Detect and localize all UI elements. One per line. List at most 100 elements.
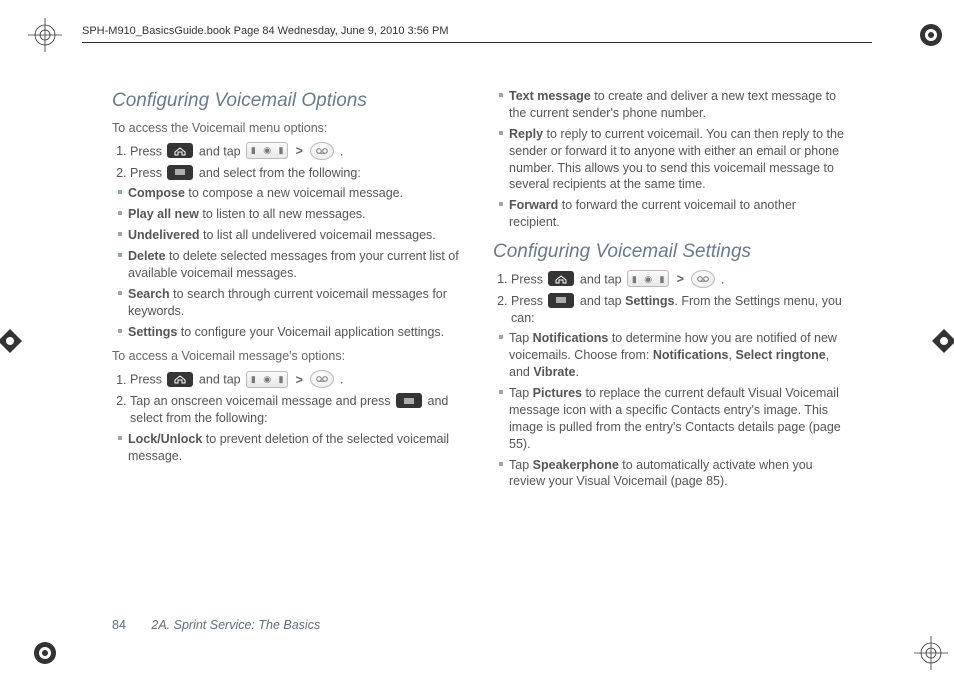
option-term: Search xyxy=(128,287,170,301)
options-list: Lock/Unlock to prevent deletion of the s… xyxy=(112,431,467,465)
option-term: Reply xyxy=(509,127,543,141)
steps-list: Press and tap ▮◉▮ > . Press xyxy=(112,143,467,182)
option-item: Play all new to listen to all new messag… xyxy=(118,206,467,223)
step-text: and tap xyxy=(199,373,241,387)
option-term: Pictures xyxy=(533,386,582,400)
chevron-right-icon: > xyxy=(296,144,303,158)
page-footer: 84 2A. Sprint Service: The Basics xyxy=(112,617,320,634)
steps-list: Press and tap ▮◉▮ > . Tap an onscreen vo… xyxy=(112,371,467,427)
column-left: Configuring Voicemail Options To access … xyxy=(112,88,467,628)
home-key-icon xyxy=(167,143,193,158)
home-key-icon xyxy=(548,271,574,286)
voicemail-icon xyxy=(691,270,715,288)
voicemail-icon xyxy=(310,370,334,388)
step-text: and tap xyxy=(580,272,622,286)
option-item: Delete to delete selected messages from … xyxy=(118,248,467,282)
option-term: Lock/Unlock xyxy=(128,432,202,446)
option-term: Notifications xyxy=(533,331,609,345)
options-list: Text message to create and deliver a new… xyxy=(493,88,848,231)
step-text: Press xyxy=(130,144,162,158)
option-text: to list all undelivered voicemail messag… xyxy=(200,228,436,242)
column-right: Text message to create and deliver a new… xyxy=(493,88,848,628)
content-area: Configuring Voicemail Options To access … xyxy=(112,88,848,628)
option-item: Tap Notifications to determine how you a… xyxy=(499,330,848,381)
chevron-right-icon: > xyxy=(296,373,303,387)
lead-text: To access the Voicemail menu options: xyxy=(112,120,467,137)
home-key-icon xyxy=(167,372,193,387)
step-text: Press xyxy=(511,272,543,286)
lead-text: To access a Voicemail message's options: xyxy=(112,348,467,365)
step-item: Press and tap ▮◉▮ > . xyxy=(130,143,467,161)
option-item: Reply to reply to current voicemail. You… xyxy=(499,126,848,194)
option-item: Tap Pictures to replace the current defa… xyxy=(499,385,848,453)
option-item: Search to search through current voicema… xyxy=(118,286,467,320)
step-text: . xyxy=(340,373,343,387)
page-number: 84 xyxy=(112,618,126,632)
section-title: Configuring Voicemail Settings xyxy=(493,239,848,265)
section-title: Configuring Voicemail Options xyxy=(112,88,467,114)
crop-mark-icon xyxy=(914,18,948,52)
option-item: Compose to compose a new voicemail messa… xyxy=(118,185,467,202)
option-text: to listen to all new messages. xyxy=(199,207,366,221)
option-term: Undelivered xyxy=(128,228,200,242)
step-item: Press and tap ▮◉▮ > . xyxy=(130,371,467,389)
option-term: Settings xyxy=(625,294,674,308)
apps-tray-icon: ▮◉▮ xyxy=(627,270,669,287)
option-term: Forward xyxy=(509,198,558,212)
option-item: Forward to forward the current voicemail… xyxy=(499,197,848,231)
option-item: Text message to create and deliver a new… xyxy=(499,88,848,122)
option-text: to delete selected messages from your cu… xyxy=(128,249,459,280)
step-text: Press xyxy=(130,373,162,387)
step-item: Press and tap ▮◉▮ > . xyxy=(511,271,848,289)
option-term: Compose xyxy=(128,186,185,200)
step-text: Press xyxy=(511,294,543,308)
option-text: . xyxy=(576,365,579,379)
option-term: Text message xyxy=(509,89,591,103)
option-text: to configure your Voicemail application … xyxy=(177,325,444,339)
option-term: Delete xyxy=(128,249,166,263)
chevron-right-icon: > xyxy=(677,272,684,286)
option-item: Tap Speakerphone to automatically activa… xyxy=(499,457,848,491)
menu-key-icon xyxy=(167,165,193,180)
menu-key-icon xyxy=(396,393,422,408)
option-item: Settings to configure your Voicemail app… xyxy=(118,324,467,341)
option-text: Tap xyxy=(509,458,533,472)
apps-tray-icon: ▮◉▮ xyxy=(246,142,288,159)
registration-mark-icon xyxy=(930,327,954,355)
step-text: Press xyxy=(130,166,162,180)
registration-mark-icon xyxy=(0,327,24,355)
option-term: Notifications xyxy=(653,348,729,362)
step-text: Tap an onscreen voicemail message and pr… xyxy=(130,394,391,408)
menu-key-icon xyxy=(548,293,574,308)
crop-mark-icon xyxy=(914,636,948,670)
voicemail-icon xyxy=(310,142,334,160)
option-term: Settings xyxy=(128,325,177,339)
options-list: Compose to compose a new voicemail messa… xyxy=(112,185,467,340)
option-term: Select ringtone xyxy=(735,348,825,362)
step-text: . xyxy=(340,144,343,158)
page: SPH-M910_BasicsGuide.book Page 84 Wednes… xyxy=(0,0,954,682)
crop-mark-icon xyxy=(28,18,62,52)
step-item: Press and select from the following: xyxy=(130,165,467,182)
steps-list: Press and tap ▮◉▮ > . Press xyxy=(493,271,848,327)
option-text: to reply to current voicemail. You can t… xyxy=(509,127,844,192)
crop-mark-icon xyxy=(28,636,62,670)
option-item: Undelivered to list all undelivered voic… xyxy=(118,227,467,244)
step-text: and tap xyxy=(199,144,241,158)
apps-tray-icon: ▮◉▮ xyxy=(246,371,288,388)
option-text: to search through current voicemail mess… xyxy=(128,287,447,318)
step-item: Tap an onscreen voicemail message and pr… xyxy=(130,393,467,427)
print-header: SPH-M910_BasicsGuide.book Page 84 Wednes… xyxy=(82,24,872,47)
option-text: Tap xyxy=(509,331,533,345)
option-term: Vibrate xyxy=(533,365,575,379)
step-text: and tap xyxy=(580,294,625,308)
doc-header-text: SPH-M910_BasicsGuide.book Page 84 Wednes… xyxy=(82,25,449,37)
step-item: Press and tap Settings. From the Setting… xyxy=(511,293,848,327)
option-item: Lock/Unlock to prevent deletion of the s… xyxy=(118,431,467,465)
option-text: to compose a new voicemail message. xyxy=(185,186,403,200)
step-text: and select from the following: xyxy=(199,166,361,180)
option-term: Speakerphone xyxy=(533,458,619,472)
option-text: Tap xyxy=(509,386,533,400)
step-text: . xyxy=(721,272,724,286)
option-term: Play all new xyxy=(128,207,199,221)
